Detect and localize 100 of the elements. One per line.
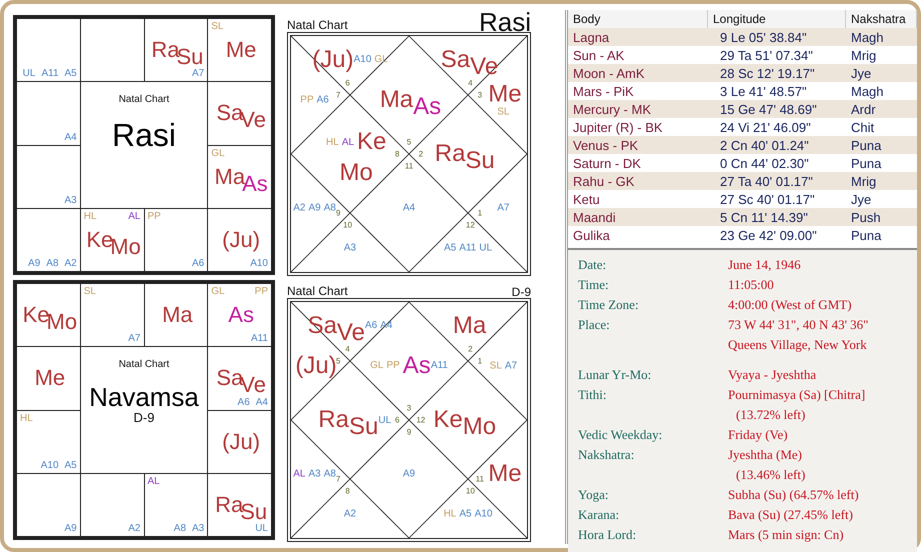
table-cell-text: Rahu - GK — [572, 174, 636, 188]
detail-label: Time Zone: — [578, 296, 640, 314]
marker-label: HL — [84, 210, 97, 222]
house-number: 9 — [406, 427, 412, 436]
marker-label: A10 — [40, 460, 59, 471]
table-cell-text: 5 Cn 11' 14.39" — [719, 210, 809, 224]
planet-label: Ma — [452, 314, 486, 338]
detail-value: 11:05:00 — [728, 276, 775, 294]
detail-value: Subha (Su) (64.57% left) — [728, 486, 860, 504]
marker-label: A3 — [344, 242, 356, 254]
detail-value: Friday (Ve) — [728, 426, 789, 444]
table-cell-text: Magh — [850, 30, 885, 44]
marker-label: A5 — [459, 508, 472, 520]
planet-label: Sa — [440, 48, 470, 72]
detail-value: (13.46% left) — [735, 466, 806, 484]
marker-label: SL — [497, 106, 510, 118]
detail-value: (13.72% left) — [735, 406, 806, 424]
planet-label: Ve — [470, 54, 498, 79]
table-cell-text: Mars - PiK — [572, 84, 635, 98]
marker-label: A3 — [192, 523, 204, 534]
table-cell-text: Jye — [850, 66, 872, 80]
planet-label: Su — [348, 415, 378, 439]
table-cell-text: 24 Vi 21' 46.09" — [719, 120, 812, 134]
house-number: 3 — [478, 90, 482, 100]
marker-label: A5 — [64, 68, 77, 80]
detail-label: Place: — [578, 316, 611, 334]
table-cell-text: Gulika — [572, 228, 611, 242]
table-cell-text: Chit — [850, 120, 876, 134]
marker-label: A11 — [459, 242, 476, 254]
chart-caption: Natal Chart — [287, 284, 348, 298]
marker-label: A4 — [64, 132, 77, 142]
marker-label: A10 — [354, 54, 372, 66]
table-cell-text: Jye — [850, 192, 872, 206]
house-number: 8 — [394, 150, 400, 158]
house-number: 6 — [394, 416, 400, 424]
marker-label: A11 — [41, 68, 59, 80]
marker-label: PP — [254, 286, 268, 297]
house-number: 11 — [404, 161, 414, 170]
detail-label: Nakshatra: — [578, 446, 636, 464]
planet-label: Me — [488, 82, 522, 106]
planet-label: Me — [226, 39, 256, 62]
marker-label: UL — [255, 523, 268, 534]
column-header[interactable]: Nakshatra — [846, 10, 917, 28]
marker-label: A7 — [192, 68, 204, 80]
table-cell-text: 28 Sc 12' 19.17" — [719, 66, 816, 80]
chart-caption: Natal Chart — [118, 359, 170, 370]
column-header[interactable]: Body — [568, 10, 708, 28]
marker-label: A2 — [128, 523, 140, 534]
chart-title: Navamsa — [89, 384, 199, 410]
marker-label: UL — [378, 414, 392, 426]
planet-label: Ke — [86, 228, 114, 251]
planet-label: Mo — [340, 161, 373, 185]
table-cell-text: 15 Ge 47' 48.69" — [719, 102, 818, 116]
house-number: 6 — [345, 78, 350, 88]
marker-label: HL — [326, 136, 339, 148]
planet-label: (Ju) — [295, 354, 337, 378]
planet-label: Ra — [151, 39, 180, 62]
table-cell-text: 23 Ge 42' 09.00" — [719, 228, 818, 242]
detail-label: Hora Lord: — [578, 526, 638, 544]
marker-label: A4 — [402, 202, 416, 214]
planet-label: Me — [488, 462, 522, 486]
detail-label: Time: — [578, 276, 610, 294]
marker-label: AL — [293, 468, 306, 480]
detail-value: Mars (5 min sign: Cn) — [728, 526, 845, 544]
detail-value: 4:00:00 (West of GMT) — [728, 296, 853, 314]
marker-label: A6 — [238, 396, 250, 408]
planet-label: Mo — [46, 311, 78, 334]
marker-label: A8 — [324, 202, 336, 214]
table-cell-text: Venus - PK — [572, 138, 640, 152]
planet-label: Ma — [380, 88, 414, 112]
planet-label: Mo — [462, 415, 496, 439]
marker-label: GL — [211, 148, 225, 158]
table-cell-text: Puna — [850, 138, 882, 152]
planet-label: Ma — [162, 304, 193, 326]
marker-label: A9 — [28, 258, 40, 269]
detail-value: 73 W 44' 31", 40 N 43' 36" — [728, 316, 870, 334]
table-cell-text: 3 Le 41' 48.57" — [719, 84, 808, 98]
marker-label: SL — [211, 21, 224, 32]
table-cell-text: Mrig — [850, 48, 878, 62]
house-number: 3 — [406, 404, 412, 413]
table-cell-text: Ketu — [572, 192, 601, 206]
table-cell-text: Maandi — [572, 210, 617, 224]
planet-label: (Ju) — [222, 228, 260, 251]
marker-label: AL — [128, 210, 140, 222]
house-number: 12 — [466, 220, 475, 230]
detail-label: Tithi: — [578, 386, 608, 404]
house-number: 1 — [478, 208, 482, 218]
marker-label: A11 — [250, 333, 268, 344]
table-cell-text: Lagna — [572, 30, 610, 44]
house-number: 5 — [406, 138, 412, 147]
table-cell-text: Magh — [850, 84, 885, 98]
table-cell-text: Mrig — [850, 174, 878, 188]
marker-label: A7 — [504, 360, 518, 372]
planet-label: (Ju) — [222, 430, 260, 453]
planet-label: Su — [465, 149, 495, 173]
lagna-label: As — [402, 354, 431, 378]
house-number: 7 — [336, 90, 340, 100]
column-header[interactable]: Longitude — [708, 10, 846, 28]
detail-label: Karana: — [578, 506, 620, 524]
table-cell-text: Moon - AmK — [572, 66, 646, 80]
